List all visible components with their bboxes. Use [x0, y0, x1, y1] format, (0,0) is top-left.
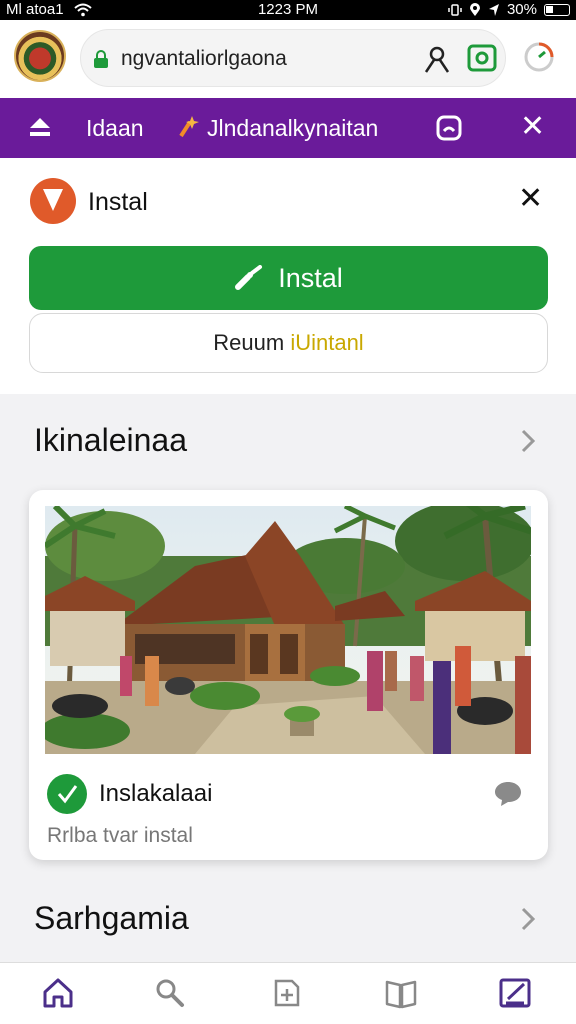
- app-toolbar: Idaan Jlndanalkynaitan ✕: [0, 98, 576, 158]
- app-logo: [30, 178, 76, 224]
- book-icon[interactable]: [384, 977, 418, 1009]
- toolbar-right-label[interactable]: Jlndanalkynaitan: [207, 115, 378, 142]
- camera-icon[interactable]: [467, 43, 497, 73]
- section-header[interactable]: Sarhgamia: [0, 892, 576, 948]
- location-icon: [469, 2, 480, 16]
- comment-icon[interactable]: [493, 780, 523, 808]
- card-subtitle: Rrlba tvar instal: [47, 824, 193, 847]
- profile-avatar[interactable]: [14, 30, 66, 82]
- secondary-button-highlight: iUintanl: [290, 330, 364, 355]
- status-bar: Ml atoa1 1223 PM 30%: [0, 0, 576, 20]
- section-title: Ikinaleinaa: [34, 422, 187, 458]
- home-icon[interactable]: [42, 977, 74, 1009]
- chevron-right-icon: [521, 429, 536, 453]
- url-text: ngvantaliorlgaona: [121, 47, 287, 70]
- toolbar-left-label[interactable]: Idaan: [86, 115, 144, 142]
- close-icon[interactable]: ✕: [520, 112, 545, 142]
- url-field[interactable]: ngvantaliorlgaona: [80, 29, 506, 87]
- navigation-icon: [488, 3, 499, 16]
- edit-icon[interactable]: [498, 977, 532, 1009]
- section-header[interactable]: Ikinaleinaa: [0, 414, 576, 470]
- close-icon[interactable]: ✕: [518, 184, 543, 214]
- account-icon[interactable]: [423, 44, 451, 74]
- browser-address-bar: ngvantaliorlgaona: [0, 20, 576, 98]
- checkmark-icon: [57, 785, 78, 804]
- section-title: Sarhgamia: [34, 900, 189, 936]
- search-icon[interactable]: [154, 977, 186, 1009]
- vibrate-icon: [448, 3, 462, 16]
- secondary-button[interactable]: Reuum iUintanl: [29, 313, 548, 373]
- install-prompt: Instal ✕ Instal Reuum iUintanl: [0, 158, 576, 394]
- app-logo: [47, 774, 87, 814]
- feature-card[interactable]: Inslakalaai Rrlba tvar instal: [29, 490, 548, 860]
- install-button[interactable]: Instal: [29, 246, 548, 310]
- sparkle-icon: [179, 116, 199, 138]
- village-photo: [45, 506, 531, 754]
- battery-icon: [544, 3, 570, 16]
- card-title: Inslakalaai: [99, 780, 213, 807]
- eject-icon[interactable]: [28, 116, 52, 138]
- secondary-button-label: Reuum: [213, 330, 291, 355]
- bottom-navigation: [0, 962, 576, 1024]
- chat-bubble-icon[interactable]: [436, 115, 462, 141]
- install-title: Instal: [88, 188, 148, 216]
- battery-percent: 30%: [506, 1, 537, 18]
- install-button-label: Instal: [278, 262, 343, 293]
- download-icon: [235, 265, 263, 290]
- chevron-right-icon: [521, 907, 536, 931]
- add-icon[interactable]: [270, 977, 302, 1009]
- loading-spinner-icon: [524, 42, 554, 72]
- lock-icon: [94, 50, 108, 68]
